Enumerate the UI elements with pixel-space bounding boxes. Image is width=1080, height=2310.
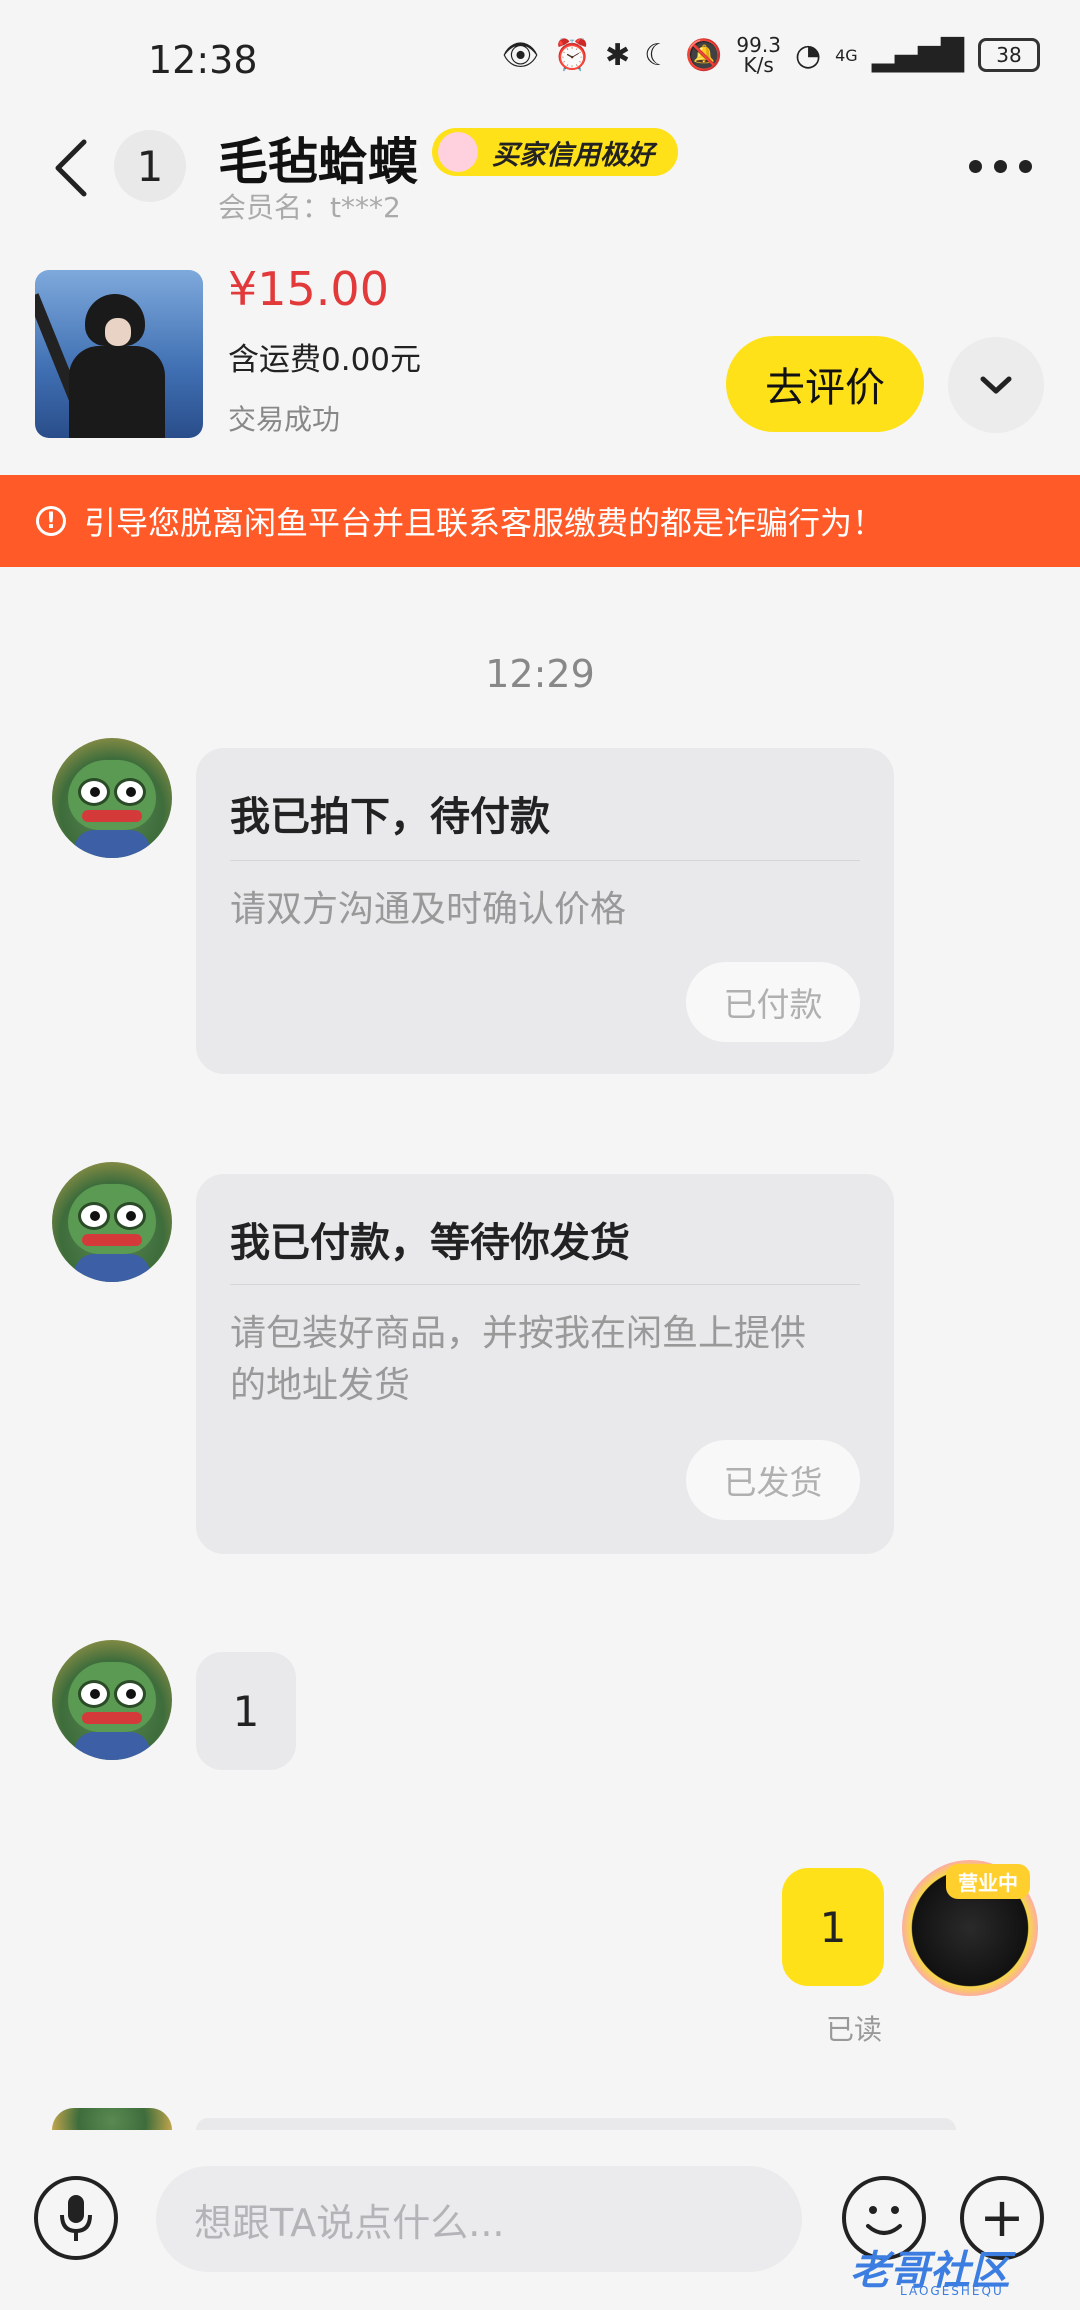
divider (230, 860, 860, 861)
moon-icon: ☾ (644, 37, 672, 73)
card-title: 我已拍下，待付款 (230, 794, 550, 840)
heart-eyes-icon (438, 132, 478, 172)
buyer-avatar[interactable] (52, 1640, 172, 1760)
shipped-button[interactable]: 已发货 (686, 1440, 860, 1520)
microphone-icon (60, 2195, 92, 2241)
bluetooth-icon: ✱ (605, 37, 631, 73)
status-time: 12:38 (148, 38, 258, 82)
status-bar: 12:38 👁 ⏰ ✱ ☾ 🔕 99.3 K/s ◔ 4G ▂▄▆█ 38 (0, 0, 1080, 125)
battery-icon: 38 (978, 38, 1040, 72)
buyer-avatar[interactable] (52, 1162, 172, 1282)
buyer-avatar[interactable] (52, 2108, 172, 2130)
member-name: 会员名：t***2 (218, 191, 401, 224)
dot-icon (994, 160, 1007, 173)
chevron-left-icon (55, 139, 87, 197)
net-speed: 99.3 K/s (736, 33, 781, 77)
status-icons: 👁 ⏰ ✱ ☾ 🔕 99.3 K/s ◔ 4G ▂▄▆█ 38 (502, 35, 1040, 75)
network-type: 4G (835, 45, 858, 65)
plus-icon: + (979, 2186, 1025, 2249)
voice-button[interactable] (34, 2176, 118, 2260)
fraud-warning-banner: ! 引导您脱离闲鱼平台并且联系客服缴费的都是诈骗行为！ (0, 475, 1080, 567)
mute-bell-icon: 🔕 (685, 37, 723, 73)
message-input[interactable]: 想跟TA说点什么... (156, 2166, 802, 2272)
divider (230, 1284, 860, 1285)
business-status-tag: 营业中 (946, 1864, 1030, 1899)
read-receipt: 已读 (826, 2013, 883, 2046)
eye-icon: 👁 (501, 37, 540, 73)
chevron-down-icon (980, 376, 1012, 394)
back-button[interactable] (52, 138, 92, 198)
unread-count-badge: 1 (114, 130, 186, 202)
shipping-fee: 含运费0.00元 (228, 342, 422, 378)
chat-timestamp: 12:29 (485, 652, 595, 696)
warning-text: 引导您脱离闲鱼平台并且联系客服缴费的都是诈骗行为！ (84, 504, 885, 542)
dot-icon (969, 160, 982, 173)
text-message-bubble: 1 (196, 1652, 296, 1770)
signal-icon: ▂▄▆█ (871, 37, 964, 73)
exclamation-icon: ! (36, 506, 66, 536)
alarm-icon: ⏰ (553, 37, 591, 73)
buyer-avatar[interactable] (52, 738, 172, 858)
trade-status: 交易成功 (228, 403, 341, 436)
more-options-button[interactable] (969, 160, 1032, 173)
watermark-subtext: LAOGESHEQU (900, 2284, 1004, 2298)
order-message-card (196, 2118, 956, 2130)
seller-name[interactable]: 毛毡蛤蟆 (218, 122, 418, 194)
review-button[interactable]: 去评价 (726, 336, 924, 432)
expand-button[interactable] (948, 337, 1044, 433)
card-body: 请包装好商品，并按我在闲鱼上提供的地址发货 (230, 1313, 807, 1406)
order-message-card: 我已拍下，待付款 请双方沟通及时确认价格 已付款 (196, 748, 894, 1074)
product-price: ¥15.00 (228, 262, 389, 316)
paid-button[interactable]: 已付款 (686, 962, 860, 1042)
product-thumbnail[interactable] (35, 270, 203, 438)
wifi-icon: ◔ (794, 37, 822, 73)
card-title: 我已付款，等待你发货 (230, 1220, 630, 1266)
order-message-card: 我已付款，等待你发货 请包装好商品，并按我在闲鱼上提供的地址发货 已发货 (196, 1174, 894, 1554)
dot-icon (1019, 160, 1032, 173)
card-body: 请双方沟通及时确认价格 (230, 889, 627, 930)
my-message-bubble: 1 (782, 1868, 884, 1986)
credit-badge: 买家信用极好 (432, 128, 678, 176)
